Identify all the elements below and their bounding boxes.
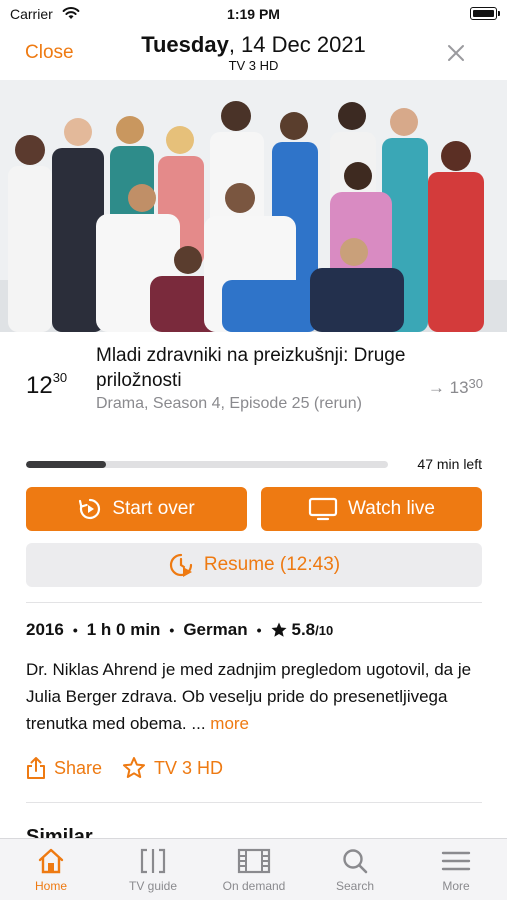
time-left-label: 47 min left [417,456,482,472]
channel-label: TV 3 HD [154,757,224,778]
separator: • [256,622,262,638]
tab-tv-guide[interactable]: TV guide [118,847,188,893]
start-minutes: 30 [52,370,68,385]
end-hour: 13 [449,378,469,397]
channel-subtitle: TV 3 HD [228,58,279,73]
resume-label: Resume (12:43) [203,554,341,575]
rating-max: /10 [315,622,334,638]
share-label: Share [54,757,103,778]
start-time: 1230 [26,370,68,400]
arrow-right-icon: → [427,378,445,397]
rating-value: 5.8 [291,620,316,639]
start-hour: 12 [26,372,53,399]
program-hero-image [0,80,507,332]
tv-guide-icon [140,848,166,874]
program-meta: Drama, Season 4, Episode 25 (rerun) [96,395,362,412]
film-icon [237,848,271,874]
divider [26,602,482,603]
more-link[interactable]: more [210,714,249,733]
page-title: Tuesday, 14 Dec 2021 [0,32,507,58]
divider [26,802,482,803]
tab-more[interactable]: More [421,847,491,893]
search-icon [343,849,368,874]
tab-search[interactable]: Search [320,847,390,893]
tab-label: On demand [222,879,286,893]
progress-bar [26,461,388,468]
end-minutes: 30 [468,376,483,391]
separator: • [169,622,175,638]
star-outline-icon [123,757,145,778]
title-day: Tuesday [141,32,229,57]
resume-button[interactable]: Resume (12:43) [26,543,482,587]
progress-fill [26,461,106,468]
tab-home[interactable]: Home [16,847,86,893]
tv-icon [308,497,338,521]
program-description: Dr. Niklas Ahrend je med zadnjim pregled… [26,656,486,737]
watch-live-label: Watch live [348,498,435,519]
star-icon [271,622,287,637]
title-date: , 14 Dec 2021 [228,32,366,57]
duration-value: 1 h 0 min [86,620,161,639]
watch-live-button[interactable]: Watch live [261,487,482,531]
status-time: 1:19 PM [227,6,280,22]
status-bar: Carrier 1:19 PM [0,0,507,30]
battery-icon [470,7,500,20]
menu-icon [441,851,471,871]
separator: • [72,622,78,638]
end-time: → 1330 [427,376,483,398]
program-title: Mladi zdravniki na preizkušnji: Druge pr… [96,345,406,391]
nav-header: Close Tuesday, 14 Dec 2021 TV 3 HD [0,30,507,78]
tab-label: TV guide [128,879,178,893]
language-value: German [183,620,248,639]
resume-icon [169,553,192,577]
close-icon[interactable] [445,42,467,64]
start-over-label: Start over [112,498,195,519]
restart-icon [79,498,101,520]
tab-bar: Home TV guide On demand Search More [0,838,507,900]
home-icon [38,848,64,874]
tab-label: Home [34,879,67,893]
tab-on-demand[interactable]: On demand [219,847,289,893]
tab-label: More [442,879,470,893]
favorite-channel-button[interactable]: TV 3 HD [122,756,223,780]
share-button[interactable]: Share [26,756,102,780]
tab-label: Search [335,879,375,893]
share-icon [27,757,45,779]
year-value: 2016 [26,620,64,639]
program-details: 2016 • 1 h 0 min • German • 5.8/10 [26,620,333,640]
start-over-button[interactable]: Start over [26,487,247,531]
